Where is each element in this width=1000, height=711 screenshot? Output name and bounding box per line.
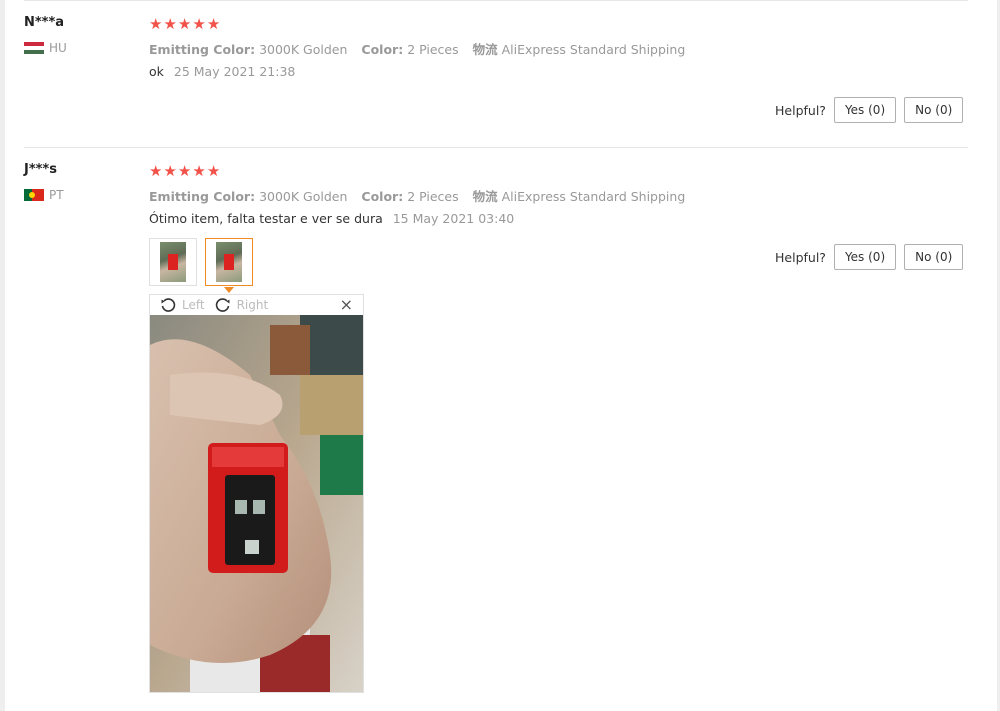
star-rating: ★ ★ ★ ★ ★ xyxy=(149,16,220,32)
star-icon: ★ xyxy=(192,15,206,33)
review-text: Ótimo item, falta testar e ver se dura 1… xyxy=(149,211,514,226)
rotate-right-label: Right xyxy=(236,298,269,312)
country-code: PT xyxy=(49,188,64,202)
color-value: 2 Pieces xyxy=(407,189,459,204)
helpful-label: Helpful? xyxy=(775,102,826,118)
color-label: Color: xyxy=(361,189,404,204)
review-text: ok 25 May 2021 21:38 xyxy=(149,64,295,79)
rotate-left-button[interactable]: Left xyxy=(160,297,205,313)
reviewer-country: HU xyxy=(24,41,67,55)
star-icon: ★ xyxy=(206,15,221,33)
emitting-color-value: 3000K Golden xyxy=(259,42,348,57)
helpful-yes-button[interactable]: Yes (0) xyxy=(833,97,897,123)
shipping-value: AliExpress Standard Shipping xyxy=(501,189,686,204)
helpful-yes-button[interactable]: Yes (0) xyxy=(833,244,897,270)
review-body: ok xyxy=(149,64,164,79)
rotate-right-button[interactable]: Right xyxy=(215,297,269,313)
star-icon: ★ xyxy=(149,15,163,33)
emitting-color-label: Emitting Color: xyxy=(149,189,256,204)
shipping-value: AliExpress Standard Shipping xyxy=(501,42,686,57)
star-icon: ★ xyxy=(177,15,192,33)
reviewer-name: J***s xyxy=(24,162,57,177)
color-value: 2 Pieces xyxy=(407,42,459,57)
divider xyxy=(24,0,968,1)
rotate-right-icon xyxy=(215,298,230,312)
star-icon: ★ xyxy=(163,15,177,33)
shipping-label: 物流 xyxy=(472,42,498,57)
star-rating: ★ ★ ★ ★ ★ xyxy=(149,163,220,179)
review-photo xyxy=(150,315,363,692)
emitting-color-value: 3000K Golden xyxy=(259,189,348,204)
star-icon: ★ xyxy=(177,162,192,180)
rotate-left-label: Left xyxy=(182,298,205,312)
order-attributes: Emitting Color: 3000K Golden Color: 2 Pi… xyxy=(149,39,685,58)
review-date: 25 May 2021 21:38 xyxy=(173,64,296,79)
photo-viewer: Left Right × xyxy=(149,294,364,693)
close-icon[interactable]: × xyxy=(340,296,353,314)
star-icon: ★ xyxy=(206,162,221,180)
reviewer-name: N***a xyxy=(24,15,65,30)
rotate-left-icon xyxy=(161,298,176,312)
color-label: Color: xyxy=(361,42,404,57)
review-date: 15 May 2021 03:40 xyxy=(392,211,515,226)
helpful-label: Helpful? xyxy=(775,249,826,265)
helpful-controls: Helpful? Yes (0) No (0) xyxy=(775,244,964,270)
divider xyxy=(24,147,968,148)
helpful-no-button[interactable]: No (0) xyxy=(904,244,964,270)
helpful-no-button[interactable]: No (0) xyxy=(904,97,964,123)
shipping-label: 物流 xyxy=(472,189,498,204)
helpful-controls: Helpful? Yes (0) No (0) xyxy=(775,97,964,123)
left-rail xyxy=(0,0,5,711)
photo-viewer-toolbar: Left Right × xyxy=(150,295,363,315)
review-photo-thumbnail-selected[interactable] xyxy=(205,238,253,286)
order-attributes: Emitting Color: 3000K Golden Color: 2 Pi… xyxy=(149,186,685,205)
review-body: Ótimo item, falta testar e ver se dura xyxy=(149,211,383,226)
reviewer-country: PT xyxy=(24,188,64,202)
selected-thumbnail-caret xyxy=(224,287,234,293)
thumbnail-image xyxy=(160,242,186,282)
flag-pt-icon xyxy=(24,189,44,201)
star-icon: ★ xyxy=(149,162,163,180)
reviews-page: N***a HU ★ ★ ★ ★ ★ Emitting Color: 3000K… xyxy=(0,0,1000,711)
country-code: HU xyxy=(49,41,67,55)
flag-hu-icon xyxy=(24,42,44,54)
review-photo-thumbnail[interactable] xyxy=(149,238,197,286)
star-icon: ★ xyxy=(192,162,206,180)
emitting-color-label: Emitting Color: xyxy=(149,42,256,57)
star-icon: ★ xyxy=(163,162,177,180)
thumbnail-image xyxy=(216,242,242,282)
